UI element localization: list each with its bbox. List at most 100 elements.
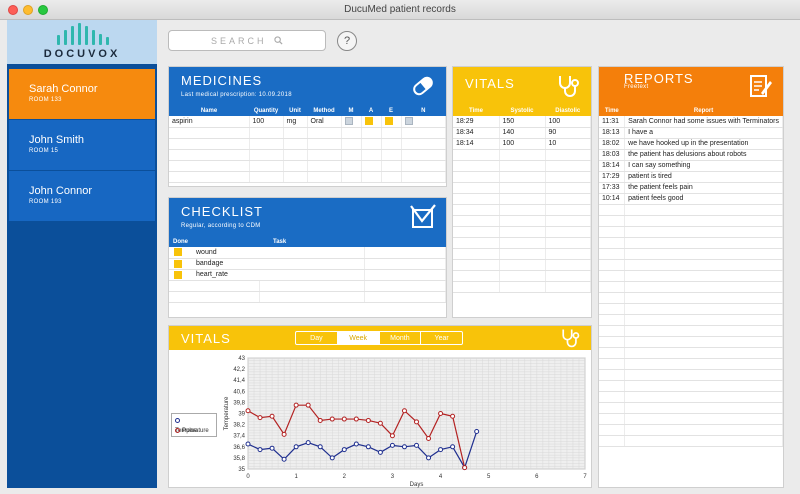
y-axis-label: Temperature [224,396,230,430]
table-row [599,325,783,337]
table-row [599,204,783,216]
table-row[interactable]: 18:14 100 10 [453,138,591,150]
vitals-line-chart: 3535,836,637,438,23939,840,641,442,2430 1… [224,356,587,488]
table-row[interactable]: 18:34 140 90 [453,127,591,139]
patient-item-john-connor[interactable]: John Connor ROOM 193 [9,171,155,221]
table-row [453,160,591,172]
temperature-point [245,441,251,447]
column-header: A [361,105,381,116]
done-checkbox[interactable] [174,248,182,257]
column-header: Unit [283,105,307,116]
report-time: 18:03 [599,149,626,161]
table-row[interactable]: heart_rate [169,269,446,281]
report-time: 17:29 [599,171,626,183]
evening-checkbox[interactable] [384,117,393,126]
table-row [453,204,591,216]
table-row[interactable]: 18:29 150 100 [453,116,591,128]
patient-item-john-smith[interactable]: John Smith ROOM 15 [9,120,155,170]
table-row [599,292,783,304]
table-row [599,424,783,436]
table-row [169,291,446,303]
x-tick-label: 1 [294,474,298,480]
column-header: Report [624,105,783,116]
table-row [599,237,783,249]
table-row [599,314,783,326]
search-input[interactable]: SEARCH [168,30,326,51]
app-logo: DOCUVOX [7,20,157,66]
table-row [453,149,591,161]
report-time: 17:33 [599,182,626,194]
y-tick-label: 39 [238,412,245,418]
table-row[interactable]: 18:03 the patient has delusions about rob… [599,149,783,161]
table-row [599,402,783,414]
column-header: Name [169,105,249,116]
legend-label: Pulse [182,428,198,434]
done-checkbox[interactable] [174,259,182,268]
table-row[interactable]: 17:33 the patient feels pain [599,182,783,194]
x-tick-label: 2 [343,474,347,480]
temperature-point [329,455,335,461]
medicines-subtitle: Last medical prescription: 10.09.2018 [181,92,292,98]
checklist-title: CHECKLIST [181,204,263,219]
pulse-point [317,417,323,423]
table-row[interactable]: bandage [169,258,446,270]
vitals-table-panel: VITALS Time Systolic Diastolic 18:29 150… [452,66,592,318]
tab-year[interactable]: Year [421,332,462,344]
pulse-dot-icon [175,427,180,433]
table-row[interactable]: 18:14 I can say something [599,160,783,172]
medicines-panel: MEDICINES Last medical prescription: 10.… [168,66,447,187]
tab-week[interactable]: Week [337,332,380,344]
afternoon-checkbox[interactable] [364,117,373,126]
report-time: 18:14 [599,160,626,172]
vitals-diastolic: 10 [545,138,591,150]
medicine-name: aspirin [169,116,250,128]
y-tick-label: 35,8 [233,456,245,462]
table-row [169,171,446,183]
x-tick-label: 0 [246,474,250,480]
report-text: Sarah Connor had some issues with Termin… [624,116,783,128]
vitals-systolic: 150 [499,116,546,128]
reports-subtitle: Freetext [624,84,649,90]
tab-day[interactable]: Day [296,332,338,344]
patient-item-sarah-connor[interactable]: Sarah Connor ROOM 133 [9,69,155,119]
pulse-point [426,435,432,441]
table-row[interactable]: 18:13 I have a [599,127,783,139]
pulse-point [450,413,456,419]
y-tick-label: 38,2 [233,423,245,429]
x-tick-label: 3 [391,474,395,480]
reports-header: REPORTS Freetext [599,67,783,105]
table-row[interactable]: aspirin 100 mg Oral [169,116,446,128]
table-row[interactable]: 10:14 patient feels good [599,193,783,205]
pulse-point [257,415,263,421]
search-placeholder: SEARCH [210,36,267,46]
temperature-dot-icon [175,417,180,423]
table-row[interactable]: wound [169,247,446,259]
vitals-time: 18:29 [453,116,500,128]
pulse-point [438,411,444,416]
period-tabs: Day Week Month Year [295,331,463,345]
table-row[interactable]: 17:29 patient is tired [599,171,783,183]
reports-panel: REPORTS Freetext Time Report 11:31 Sarah … [598,66,784,488]
table-row[interactable]: 18:02 we have hooked up in the presentati… [599,138,783,150]
night-checkbox[interactable] [404,117,413,126]
table-row[interactable]: 11:31 Sarah Connor had some issues with T… [599,116,783,128]
column-header: Time [453,105,499,116]
pulse-point [377,420,383,426]
done-checkbox[interactable] [174,270,182,279]
vitals-time: 18:14 [453,138,500,150]
table-row [599,369,783,381]
help-button[interactable]: ? [337,31,357,51]
window-title: DucuMed patient records [344,4,456,15]
report-time: 10:14 [599,193,626,205]
report-text: the patient has delusions about robots [624,149,783,161]
morning-checkbox[interactable] [344,117,353,126]
report-text: I can say something [624,160,783,172]
report-text: the patient feels pain [624,182,783,194]
table-row [453,237,591,249]
temperature-point [450,444,456,450]
pulse-point [401,408,407,414]
medicines-title: MEDICINES [181,73,263,88]
report-time: 18:02 [599,138,626,150]
legend-item-temperature[interactable]: Temperature [175,416,213,434]
tab-month[interactable]: Month [380,332,422,344]
